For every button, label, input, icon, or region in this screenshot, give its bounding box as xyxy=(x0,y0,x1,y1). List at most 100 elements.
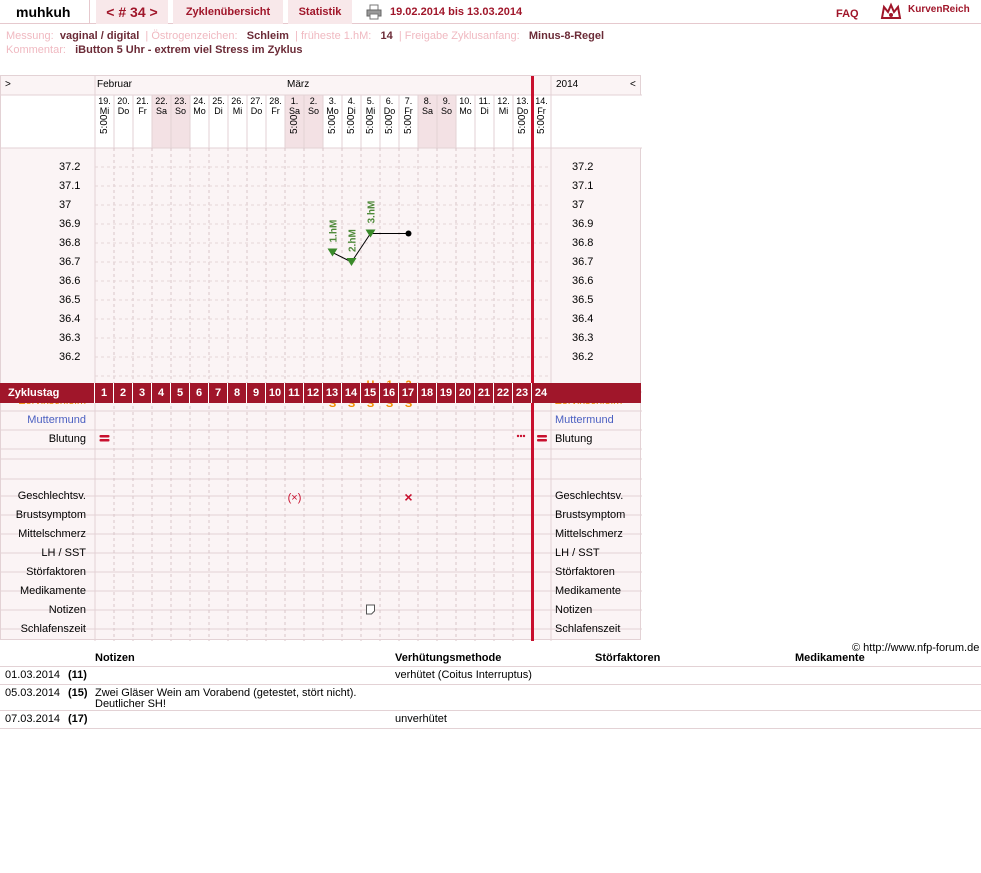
cycle-day-cell: 23 xyxy=(512,383,531,403)
cycle-day-cell: 19 xyxy=(436,383,455,403)
day-header: 3. Mo xyxy=(326,96,339,116)
day-header: 28. Fr xyxy=(269,96,282,116)
day-header: 6. Do xyxy=(383,96,396,116)
day-header: 10. Mo xyxy=(459,96,472,116)
crown-icon xyxy=(880,2,902,19)
year-label: 2014 xyxy=(556,79,579,90)
cycle-day-cell: 5 xyxy=(170,383,189,403)
day-header: 1. Sa xyxy=(288,96,300,116)
row-label-left: Brustsymptom xyxy=(15,509,86,521)
temp-label-left: 36.9 xyxy=(59,218,81,230)
date-range: 19.02.2014 bis 13.03.2014 xyxy=(390,6,523,18)
user-name: muhkuh xyxy=(0,0,90,24)
day-header: 11. Di xyxy=(478,96,491,116)
cycle-day-cell: 2 xyxy=(113,383,132,403)
day-header: 20. Do xyxy=(117,96,130,116)
printer-icon[interactable] xyxy=(366,4,382,20)
hm-marker: 1.hM xyxy=(329,220,340,243)
cycle-day-cell: 18 xyxy=(417,383,436,403)
row-label-right: Geschlechtsv. xyxy=(555,490,624,502)
temp-label-left: 36.7 xyxy=(59,256,81,268)
oestrogen-value: Schleim xyxy=(246,30,289,42)
row-label-right: Blutung xyxy=(555,433,593,445)
row-label-right: Mittelschmerz xyxy=(555,528,623,540)
day-header: 25. Di xyxy=(212,96,225,116)
chart-grid: 1.hM2.hM3.hMH12S+S+S+SS(×)× xyxy=(1,76,642,641)
day-header: 2. So xyxy=(307,96,319,116)
cycle-day-label: Zyklustag xyxy=(8,387,60,399)
row-label-right: Schlafenszeit xyxy=(555,623,621,635)
temp-label-left: 37 xyxy=(59,199,72,211)
spotting-dot xyxy=(516,434,520,438)
temp-label-right: 37.1 xyxy=(572,180,594,192)
cycle-day-cell: 10 xyxy=(265,383,284,403)
fruehest-value: 14 xyxy=(380,30,393,42)
time-label: 5:00 xyxy=(99,114,110,134)
cycle-selector[interactable]: < # 34 > xyxy=(96,0,168,24)
day-header: 19. Mi xyxy=(98,96,111,116)
note-method: unverhütet xyxy=(395,713,447,725)
nav-prev[interactable]: > xyxy=(5,79,11,90)
freigabe-value: Minus-8-Regel xyxy=(528,30,605,42)
note-method: verhütet (Coitus Interruptus) xyxy=(395,669,532,681)
tab-statistics[interactable]: Statistik xyxy=(288,0,352,24)
temp-label-right: 37.2 xyxy=(572,161,594,173)
time-label: 5:00 xyxy=(365,114,376,134)
fruehest-label: früheste 1.hM: xyxy=(300,30,372,42)
table-row: 05.03.2014 (15) Zwei Gläser Wein am Vora… xyxy=(0,687,981,711)
kommentar-label: Kommentar: xyxy=(6,44,66,56)
row-label-right: Störfaktoren xyxy=(555,566,615,578)
temp-label-right: 36.9 xyxy=(572,218,594,230)
messung-label: Messung: xyxy=(6,30,54,42)
intercourse-protected: (×) xyxy=(288,492,302,504)
intercourse-unprotected: × xyxy=(404,489,412,505)
cycle-day-cell: 9 xyxy=(246,383,265,403)
temp-label-right: 36.4 xyxy=(572,313,594,325)
cycle-day-cell: 20 xyxy=(455,383,474,403)
day-header: 14. Fr xyxy=(535,96,548,116)
temp-label-left: 36.3 xyxy=(59,332,81,344)
nav-next[interactable]: < xyxy=(630,79,636,90)
col-disturbance: Störfaktoren xyxy=(595,652,661,664)
temp-label-right: 36.3 xyxy=(572,332,594,344)
bleeding-marker xyxy=(537,435,547,438)
note-icon xyxy=(366,604,375,615)
time-label: 5:00 xyxy=(517,114,528,134)
time-label: 5:00 xyxy=(384,114,395,134)
info-line-2: Kommentar: iButton 5 Uhr - extrem viel S… xyxy=(6,44,303,57)
cycle-day-bar: Zyklustag 1 2 3 4 5 6 7 8 9 10 11 12 13 14 15 16 17 18 19 2… xyxy=(0,383,641,403)
cycle-day-cell: 4 xyxy=(151,383,170,403)
temp-label-right: 36.5 xyxy=(572,294,594,306)
cycle-day-cell: 3 xyxy=(132,383,151,403)
row-label-left: Medikamente xyxy=(19,585,86,597)
day-header: 4. Di xyxy=(347,96,356,116)
day-header: 26. Mi xyxy=(231,96,244,116)
temp-label-left: 37.1 xyxy=(59,180,81,192)
kommentar-value: iButton 5 Uhr - extrem viel Stress im Zy… xyxy=(75,44,303,56)
month-february: Februar xyxy=(97,79,133,90)
tab-cycle-overview[interactable]: Zyklenübersicht xyxy=(173,0,283,24)
spotting-dot xyxy=(519,434,523,438)
freigabe-label: Freigabe Zyklusanfang: xyxy=(404,30,520,42)
month-march: März xyxy=(287,79,310,90)
time-label: 5:00 xyxy=(346,114,357,134)
temp-label-right: 36.7 xyxy=(572,256,594,268)
row-label-right: Medikamente xyxy=(555,585,622,597)
note-date: 05.03.2014 xyxy=(5,687,61,699)
day-header: 7. Fr xyxy=(404,96,413,116)
day-header: 23. So xyxy=(174,96,187,116)
brand-logo[interactable]: KurvenReich xyxy=(880,2,980,22)
time-label: 5:00 xyxy=(403,114,414,134)
day-header: 24. Mo xyxy=(193,96,206,116)
day-header: 12. Mi xyxy=(497,96,510,116)
cycle-day-cell: 13 xyxy=(322,383,341,403)
time-label: 5:00 xyxy=(289,114,300,134)
note-day: (17) xyxy=(68,713,88,725)
temp-point-hm xyxy=(327,248,338,257)
col-method: Verhütungsmethode xyxy=(395,652,502,664)
cycle-day-cell: 8 xyxy=(227,383,246,403)
info-line-1: Messung: vaginal / digital | Östrogenzei… xyxy=(6,30,605,42)
table-row: 01.03.2014 (11) verhütet (Coitus Interru… xyxy=(0,669,981,685)
note-text-2: Deutlicher SH! xyxy=(95,698,166,710)
faq-link[interactable]: FAQ xyxy=(836,4,859,24)
